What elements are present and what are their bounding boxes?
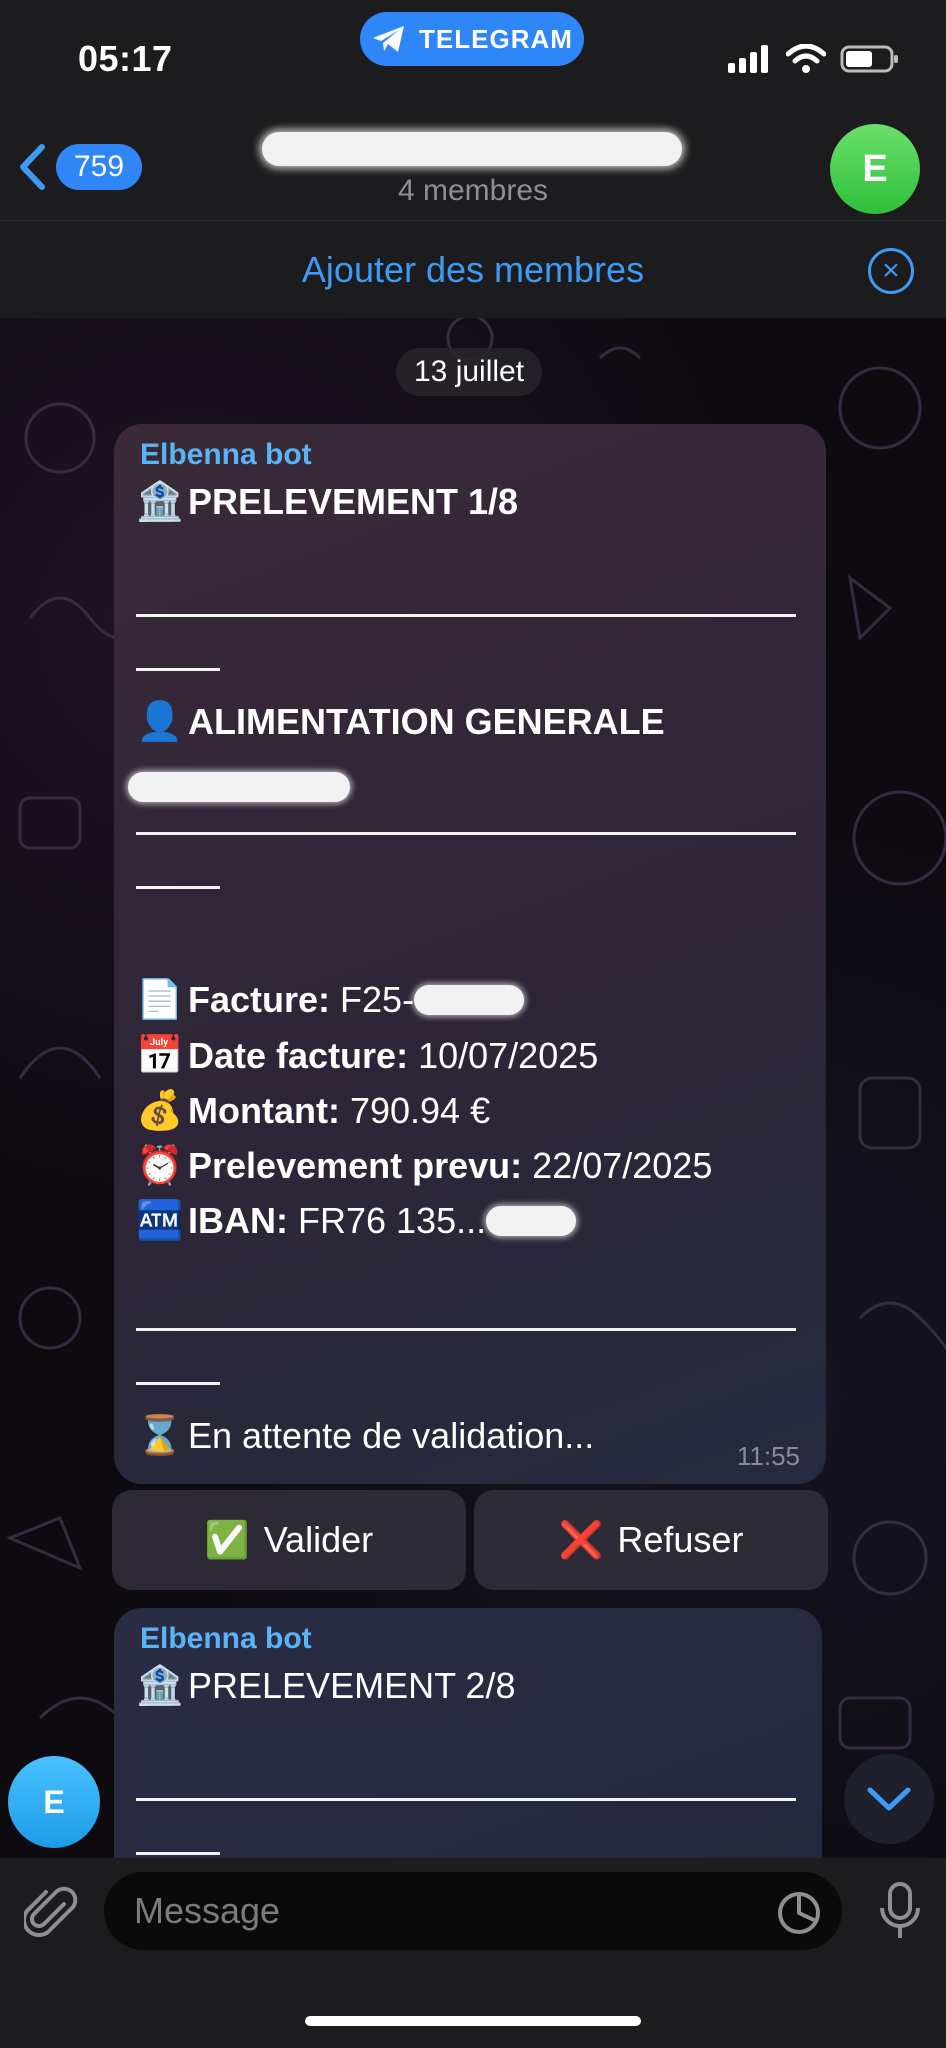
client-line: 👤 ALIMENTATION GENERALE: [136, 700, 665, 744]
alarm-clock-icon: ⏰: [136, 1145, 184, 1187]
montant-value: 790.94 €: [349, 1090, 491, 1131]
member-count: 4 membres: [397, 174, 549, 207]
message-composer: [0, 1858, 946, 2048]
bank-icon: 🏦: [136, 481, 184, 523]
separator-line: [136, 614, 796, 617]
document-icon: 📄: [136, 979, 184, 1021]
telegram-call-pill[interactable]: TELEGRAM: [360, 12, 584, 66]
group-avatar[interactable]: E: [830, 124, 920, 214]
validate-button[interactable]: ✅ Valider: [112, 1490, 466, 1590]
message-title-line: 🏦 PRELEVEMENT 1/8: [136, 480, 518, 524]
date-line: 📅 Date facture: 10/07/2025: [136, 1034, 598, 1078]
prelevement-label: Prelevement prevu:: [188, 1145, 523, 1186]
atm-icon: 🏧: [136, 1200, 184, 1242]
client-name: ALIMENTATION GENERALE: [188, 701, 665, 742]
user-avatar[interactable]: E: [8, 1756, 100, 1848]
refuse-label: Refuser: [617, 1519, 744, 1560]
message-title-line: 🏦 PRELEVEMENT 2/8: [136, 1664, 515, 1708]
message-input[interactable]: [104, 1872, 842, 1950]
client-name-redacted: [128, 772, 350, 802]
separator-line: [136, 886, 220, 889]
chat-title-redacted[interactable]: [262, 132, 682, 166]
montant-line: 💰 Montant: 790.94 €: [136, 1089, 490, 1133]
microphone-button[interactable]: [876, 1880, 924, 1949]
attach-button[interactable]: [22, 1886, 80, 1947]
prelevement-line: ⏰ Prelevement prevu: 22/07/2025: [136, 1144, 712, 1188]
message-bubble[interactable]: Elbenna bot 🏦 PRELEVEMENT 1/8 👤 ALIMENTA…: [114, 424, 826, 1484]
facture-value: F25-: [340, 979, 415, 1020]
wifi-icon: [786, 44, 826, 73]
iban-redacted: [486, 1206, 577, 1236]
scroll-down-button[interactable]: [844, 1754, 934, 1844]
iban-line: 🏧 IBAN: FR76 135...: [136, 1199, 577, 1243]
microphone-icon: [880, 1882, 920, 1938]
chat-header: 759 4 membres E: [0, 120, 946, 221]
paperclip-icon: [22, 1886, 78, 1937]
facture-label: Facture:: [188, 979, 331, 1020]
hourglass-icon: ⌛: [136, 1415, 184, 1457]
separator-line: [136, 1382, 220, 1385]
separator-line: [136, 1798, 796, 1801]
sticker-icon: [778, 1892, 820, 1934]
message-sender: Elbenna bot: [140, 1622, 312, 1655]
prelevement-value: 22/07/2025: [532, 1145, 713, 1186]
refuse-button[interactable]: ❌ Refuser: [474, 1490, 828, 1590]
validate-label: Valider: [263, 1519, 374, 1560]
chevron-down-icon: [867, 1787, 911, 1811]
date-separator: 13 juillet: [396, 348, 543, 396]
close-icon[interactable]: ×: [868, 248, 914, 294]
bank-icon: 🏦: [136, 1665, 184, 1707]
separator-line: [136, 832, 796, 835]
home-indicator: [305, 2016, 641, 2026]
date-label: Date facture:: [188, 1035, 409, 1076]
telegram-label: TELEGRAM: [419, 23, 573, 54]
add-members-button[interactable]: Ajouter des membres: [0, 249, 946, 291]
message-sender: Elbenna bot: [140, 438, 312, 471]
message-time: 11:55: [736, 1441, 800, 1471]
separator-line: [136, 668, 220, 671]
add-members-bar: Ajouter des membres ×: [0, 221, 946, 318]
facture-number-redacted: [414, 985, 525, 1015]
date-value: 10/07/2025: [418, 1035, 599, 1076]
status-line: ⌛ En attente de validation...: [136, 1414, 594, 1458]
message-title: PRELEVEMENT 2/8: [188, 1665, 516, 1706]
iban-label: IBAN:: [188, 1200, 288, 1241]
facture-line: 📄 Facture: F25-: [136, 978, 525, 1022]
sticker-button[interactable]: [776, 1890, 822, 1941]
money-bag-icon: 💰: [136, 1090, 184, 1132]
message-status: En attente de validation...: [188, 1415, 595, 1456]
telegram-icon: [373, 26, 405, 52]
calendar-icon: 📅: [136, 1035, 184, 1077]
separator-line: [136, 1852, 220, 1855]
montant-label: Montant:: [188, 1090, 340, 1131]
cellular-signal-icon: [728, 45, 768, 73]
status-time: 05:17: [78, 38, 173, 79]
message-title: PRELEVEMENT 1/8: [188, 481, 519, 522]
cross-icon: ❌: [558, 1519, 604, 1560]
iban-value: FR76 135...: [298, 1200, 487, 1241]
person-icon: 👤: [136, 701, 184, 743]
status-bar: 05:17 TELEGRAM: [0, 0, 946, 120]
battery-icon: [840, 45, 898, 73]
status-icons: [728, 44, 900, 74]
separator-line: [136, 1328, 796, 1331]
check-icon: ✅: [204, 1519, 250, 1560]
